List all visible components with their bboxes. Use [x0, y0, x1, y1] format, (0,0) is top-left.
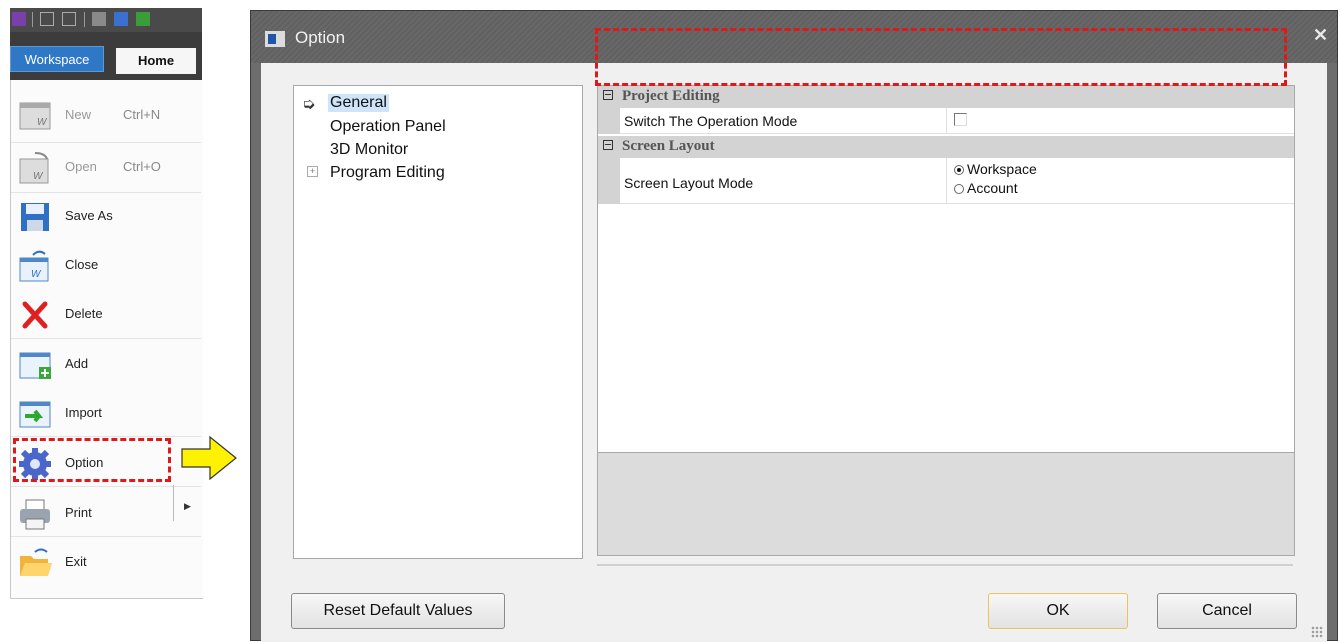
property-name: Screen Layout Mode — [624, 175, 754, 191]
category-label: Project Editing — [622, 88, 720, 104]
menu-item-close[interactable]: W Close — [15, 242, 201, 288]
menu-separator — [11, 436, 201, 437]
workspace-menu-list: W New Ctrl+N W Open Ctrl+O Save As W Clo… — [10, 80, 203, 599]
radio-workspace[interactable]: Workspace — [954, 161, 1037, 177]
switch-operation-mode-checkbox[interactable] — [954, 113, 967, 126]
collapse-minus-icon[interactable] — [603, 140, 613, 150]
menu-item-add[interactable]: Add — [15, 341, 201, 387]
import-arrow-icon — [19, 401, 51, 428]
menu-separator — [11, 536, 201, 537]
menu-item-label: Close — [65, 257, 99, 272]
category-label: Screen Layout — [622, 138, 715, 154]
radio-label: Account — [967, 180, 1018, 196]
chart-green-icon[interactable] — [136, 12, 150, 26]
folder-exit-icon — [20, 548, 52, 576]
tab-workspace[interactable]: Workspace — [10, 46, 104, 72]
menu-item-label: Import — [65, 405, 102, 420]
footer-separator — [597, 564, 1293, 566]
row-margin — [598, 108, 620, 134]
menu-item-label: Open — [65, 159, 97, 174]
radio-label: Workspace — [967, 161, 1037, 177]
property-grid: Project Editing Switch The Operation Mod… — [597, 85, 1295, 453]
column-divider — [946, 158, 947, 204]
description-pane — [597, 453, 1295, 556]
cancel-button[interactable]: Cancel — [1157, 593, 1297, 629]
option-highlight-box — [13, 438, 171, 482]
save-icon — [21, 203, 49, 231]
column-divider — [946, 108, 947, 134]
menu-item-label: Save As — [65, 208, 113, 223]
tree-item-3d-monitor[interactable]: 3D Monitor — [330, 141, 408, 159]
options-tree: ➭ General Operation Panel 3D Monitor + P… — [293, 85, 583, 559]
dialog-body: ➭ General Operation Panel 3D Monitor + P… — [261, 63, 1327, 642]
option-dialog: Option ✕ ➭ General Operation Panel 3D Mo… — [250, 10, 1338, 642]
property-row-switch-mode: Switch The Operation Mode — [598, 108, 1294, 134]
menu-item-delete[interactable]: Delete — [15, 291, 201, 337]
delete-x-icon — [22, 301, 48, 329]
category-project-editing[interactable]: Project Editing — [598, 86, 1294, 108]
menu-separator — [11, 338, 201, 339]
layout-icon[interactable] — [40, 12, 54, 26]
dialog-title: Option — [295, 28, 346, 47]
ribbon-tabs: Workspace Home — [10, 32, 202, 80]
tab-home[interactable]: Home — [116, 48, 196, 74]
radio-account[interactable]: Account — [954, 180, 1018, 196]
svg-text:W: W — [33, 171, 44, 182]
menu-item-shortcut: Ctrl+N — [123, 107, 161, 122]
menu-item-import[interactable]: Import — [15, 390, 201, 436]
menu-item-label: New — [65, 107, 92, 122]
collapse-minus-icon[interactable] — [603, 90, 613, 100]
application-menu: Workspace Home W New Ctrl+N W Open Ctrl+… — [10, 8, 203, 599]
app-logo-icon — [12, 12, 26, 26]
tree-item-operation-panel[interactable]: Operation Panel — [330, 118, 446, 136]
row-margin — [598, 158, 620, 204]
menu-item-shortcut: Ctrl+O — [123, 159, 161, 174]
toolbar-separator — [32, 12, 33, 27]
ok-button[interactable]: OK — [988, 593, 1128, 629]
close-workspace-icon: W — [19, 250, 49, 282]
svg-text:W: W — [37, 117, 48, 128]
tree-item-general[interactable]: General — [328, 94, 389, 112]
network-icon[interactable] — [62, 12, 76, 26]
menu-separator — [11, 142, 201, 143]
toolbar-separator — [84, 12, 85, 27]
menu-item-label: Add — [65, 356, 89, 371]
grid-icon[interactable] — [92, 12, 106, 26]
expand-plus-icon[interactable]: + — [307, 166, 318, 177]
print-submenu-arrow-icon[interactable]: ▶ — [184, 501, 191, 512]
reset-default-values-button[interactable]: Reset Default Values — [291, 593, 505, 629]
print-split-divider — [173, 485, 174, 521]
chart-blue-icon[interactable] — [114, 12, 128, 26]
menu-item-save-as[interactable]: Save As — [15, 193, 201, 239]
menu-item-exit[interactable]: Exit — [15, 539, 201, 585]
row-divider — [620, 133, 1294, 134]
svg-text:W: W — [31, 269, 42, 280]
printer-icon — [20, 499, 50, 530]
callout-arrow-icon — [181, 435, 237, 481]
tree-item-program-editing[interactable]: Program Editing — [330, 164, 445, 182]
add-window-icon — [19, 352, 51, 379]
project-editing-highlight-box — [595, 28, 1287, 86]
menu-item-new[interactable]: W New Ctrl+N — [15, 92, 201, 138]
menu-item-label: Exit — [65, 554, 87, 569]
new-workspace-icon: W — [19, 102, 51, 130]
radio-empty-dot — [954, 184, 964, 194]
row-divider — [620, 203, 1294, 204]
category-screen-layout[interactable]: Screen Layout — [598, 136, 1294, 158]
quick-access-toolbar — [10, 8, 202, 32]
radio-selected-dot — [954, 165, 964, 175]
close-icon[interactable]: ✕ — [1313, 25, 1328, 46]
menu-item-label: Print — [65, 505, 92, 520]
menu-item-open[interactable]: W Open Ctrl+O — [15, 144, 201, 190]
selected-arrow-icon: ➭ — [302, 96, 316, 113]
menu-item-label: Delete — [65, 306, 103, 321]
open-workspace-icon: W — [19, 152, 49, 184]
property-name: Switch The Operation Mode — [624, 113, 798, 129]
resize-grip-icon[interactable] — [1311, 626, 1323, 638]
dialog-window-icon — [265, 31, 285, 47]
property-row-screen-layout-mode: Screen Layout Mode Workspace Account — [598, 158, 1294, 204]
